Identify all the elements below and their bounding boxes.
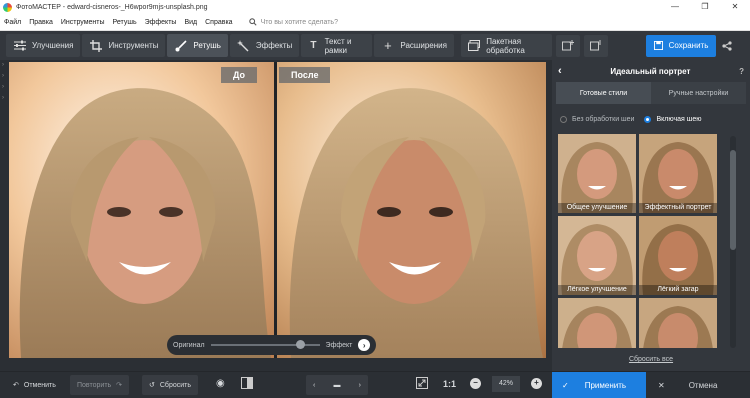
maximize-button[interactable]: ❐: [690, 0, 720, 14]
tab-manual-settings[interactable]: Ручные настройки: [651, 82, 746, 104]
eye-icon[interactable]: ◉: [216, 378, 225, 389]
add-images-button[interactable]: [556, 34, 580, 57]
slider-right-label: Эффект: [325, 341, 353, 349]
menu-view[interactable]: Вид: [180, 19, 201, 26]
image-canvas[interactable]: До После Оригинал Эффект ›: [9, 62, 546, 358]
after-label: После: [279, 67, 331, 83]
menu-help[interactable]: Справка: [201, 19, 236, 26]
preset-thumb[interactable]: [558, 298, 636, 348]
menu-tools[interactable]: Инструменты: [57, 19, 109, 26]
floppy-icon: [653, 41, 663, 50]
preset-thumb[interactable]: [639, 298, 717, 348]
search-box[interactable]: Что вы хотите сделать?: [248, 18, 338, 26]
main-toolbar: Улучшения Инструменты Ретушь Эффекты T Т…: [0, 31, 552, 60]
batch-icon: [468, 39, 481, 52]
left-collapse-strip[interactable]: › › › ›: [0, 60, 9, 358]
compare-slider-knob[interactable]: [295, 340, 305, 349]
navigation-group: ‹ ▬ ›: [306, 375, 368, 395]
menu-retouch[interactable]: Ретушь: [109, 19, 141, 26]
chevron-right-icon: ›: [2, 84, 4, 90]
menu-bar: Файл Правка Инструменты Ретушь Эффекты В…: [0, 14, 750, 31]
brush-icon: [174, 39, 187, 52]
tab-enhancements[interactable]: Улучшения: [6, 34, 81, 57]
bottom-bar: ↶ Отменить Повторить ↷ ↺ Сбросить ◉ ‹ ▬ …: [0, 371, 750, 398]
cancel-button[interactable]: ✕ Отмена: [654, 372, 750, 398]
preset-scrollbar[interactable]: [730, 136, 736, 348]
tab-retouch[interactable]: Ретушь: [167, 34, 228, 57]
minimize-button[interactable]: —: [660, 0, 690, 14]
top-right-bar: Сохранить: [552, 31, 750, 60]
info-icon: [590, 40, 601, 51]
tab-batch[interactable]: Пакетная обработка: [461, 34, 552, 57]
undo-button[interactable]: ↶ Отменить: [6, 375, 63, 395]
search-placeholder: Что вы хотите сделать?: [260, 18, 338, 26]
compare-slider-track[interactable]: [210, 340, 320, 349]
image-info-button[interactable]: [584, 34, 608, 57]
search-icon: [248, 18, 257, 26]
right-panel: ‹ Идеальный портрет ? Готовые стили Ручн…: [552, 60, 750, 371]
text-icon: T: [310, 40, 317, 51]
neck-options: Без обработки шеи Включая шею: [552, 108, 750, 130]
radio-with-neck[interactable]: Включая шею: [644, 115, 702, 123]
zoom-level[interactable]: 42%: [492, 376, 520, 392]
preset-thumb[interactable]: Эффектный портрет: [639, 134, 717, 213]
tab-effects[interactable]: Эффекты: [229, 34, 300, 57]
zoom-out-button[interactable]: −: [470, 378, 481, 389]
checkmark-icon: ✓: [562, 381, 569, 390]
close-icon: ✕: [658, 381, 665, 390]
magic-icon: [237, 39, 250, 52]
after-photo: [277, 62, 546, 358]
tab-ready-styles[interactable]: Готовые стили: [556, 82, 651, 104]
preset-grid: Общее улучшение Эффектный портрет Лёгкое…: [558, 134, 724, 348]
tab-tools[interactable]: Инструменты: [82, 34, 166, 57]
folder-icon[interactable]: ▬: [334, 382, 341, 389]
title-bar: ФотоМАСТЕР - edward-cisneros-_H6wpor9mjs…: [0, 0, 750, 14]
redo-icon: ↷: [116, 382, 123, 389]
chevron-right-icon: ›: [2, 95, 4, 101]
menu-edit[interactable]: Правка: [25, 19, 57, 26]
window-controls: — ❐ ✕: [660, 0, 750, 14]
panel-tabs: Готовые стили Ручные настройки: [556, 82, 746, 104]
panel-title: Идеальный портрет: [610, 66, 691, 76]
preset-thumb[interactable]: Лёгкий загар: [639, 216, 717, 295]
share-button[interactable]: [720, 35, 734, 57]
next-arrow-button[interactable]: ›: [358, 339, 370, 351]
sliders-icon: [13, 39, 26, 52]
apply-button[interactable]: ✓ Применить: [552, 372, 646, 398]
help-icon[interactable]: ?: [739, 67, 744, 76]
menu-effects[interactable]: Эффекты: [141, 19, 181, 26]
share-icon: [722, 40, 732, 51]
save-button[interactable]: Сохранить: [646, 34, 716, 57]
undo-icon: ↶: [13, 382, 19, 389]
chevron-right-icon: ›: [2, 73, 4, 79]
preset-thumb[interactable]: Лёгкое улучшение: [558, 216, 636, 295]
before-photo: [9, 62, 274, 358]
radio-without-neck[interactable]: Без обработки шеи: [560, 115, 634, 123]
plus-icon: +: [384, 38, 392, 53]
reset-icon: ↺: [149, 382, 155, 389]
window-title: ФотоМАСТЕР - edward-cisneros-_H6wpor9mjs…: [16, 3, 208, 11]
preset-thumb[interactable]: Общее улучшение: [558, 134, 636, 213]
close-window-button[interactable]: ✕: [720, 0, 750, 14]
add-images-icon: [562, 40, 574, 51]
reset-button[interactable]: ↺ Сбросить: [142, 375, 198, 395]
chevron-right-icon: ›: [2, 62, 4, 68]
next-image-icon[interactable]: ›: [359, 382, 361, 389]
app-logo-icon: [3, 2, 12, 12]
prev-image-icon[interactable]: ‹: [313, 382, 315, 389]
panel-header: ‹ Идеальный портрет ?: [552, 60, 750, 82]
compare-slider-box: Оригинал Эффект ›: [167, 335, 376, 355]
tab-extensions[interactable]: + Расширения: [374, 34, 454, 57]
tab-text-frames[interactable]: T Текст и рамки: [301, 34, 373, 57]
menu-file[interactable]: Файл: [0, 19, 25, 26]
zoom-in-button[interactable]: +: [531, 378, 542, 389]
reset-all-link[interactable]: Сбросить все: [552, 356, 750, 363]
redo-button[interactable]: Повторить ↷: [70, 375, 130, 395]
crop-icon: [89, 39, 102, 52]
fit-screen-icon[interactable]: [416, 377, 428, 391]
before-label: До: [221, 67, 258, 83]
compare-view-icon[interactable]: [241, 377, 253, 391]
actual-size-button[interactable]: 1:1: [443, 379, 456, 389]
slider-left-label: Оригинал: [173, 341, 205, 349]
